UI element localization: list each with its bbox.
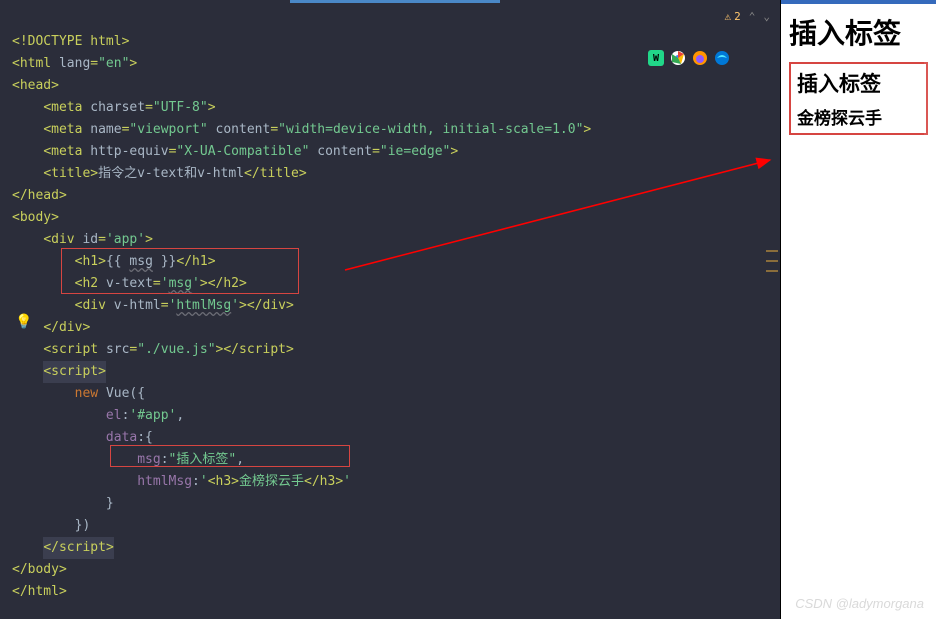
minimap-marks [766, 250, 778, 280]
code-line[interactable]: <!DOCTYPE html> [0, 31, 780, 53]
code-line[interactable]: </head> [0, 185, 780, 207]
watermark: CSDN @ladymorgana [795, 596, 924, 611]
highlight-box-htmlmsg [110, 445, 350, 467]
scrollbar-vertical[interactable] [924, 4, 936, 204]
minimap-mark[interactable] [766, 270, 778, 272]
lightbulb-icon[interactable]: 💡 [15, 314, 32, 330]
minimap-mark[interactable] [766, 250, 778, 252]
code-line[interactable]: <meta http-equiv="X-UA-Compatible" conte… [0, 141, 780, 163]
code-line[interactable]: <script src="./vue.js"></script> [0, 339, 780, 361]
code-line[interactable]: </html> [0, 581, 780, 603]
code-area[interactable]: <!DOCTYPE html> <html lang="en"> <head> … [0, 3, 780, 603]
editor-pane[interactable]: ⚠ 2 ⌃ ⌄ W <!DOCTYPE html> <html lang="en… [0, 0, 780, 619]
preview-heading-2: 插入标签 [797, 68, 920, 98]
code-line[interactable]: <script> [0, 361, 780, 383]
preview-highlight-box: 插入标签 金榜探云手 [789, 62, 928, 135]
code-line[interactable]: </body> [0, 559, 780, 581]
preview-content: 插入标签 插入标签 金榜探云手 [781, 4, 936, 143]
code-line[interactable]: <body> [0, 207, 780, 229]
code-line[interactable]: <title>指令之v-text和v-html</title> [0, 163, 780, 185]
code-line[interactable]: }) [0, 515, 780, 537]
code-line[interactable]: htmlMsg:'<h3>金榜探云手</h3>' [0, 471, 780, 493]
code-line[interactable]: </script> [0, 537, 780, 559]
code-line[interactable]: new Vue({ [0, 383, 780, 405]
code-line[interactable]: <html lang="en"> [0, 53, 780, 75]
highlight-box-vtext-vhtml [61, 248, 299, 294]
code-line[interactable]: </div> [0, 317, 780, 339]
preview-heading-1: 插入标签 [789, 12, 928, 52]
code-line[interactable]: el:'#app', [0, 405, 780, 427]
code-line[interactable]: <div v-html='htmlMsg'></div> [0, 295, 780, 317]
code-line[interactable]: } [0, 493, 780, 515]
code-line[interactable]: <meta charset="UTF-8"> [0, 97, 780, 119]
preview-heading-3: 金榜探云手 [797, 104, 920, 129]
code-line[interactable]: <meta name="viewport" content="width=dev… [0, 119, 780, 141]
code-line[interactable]: <head> [0, 75, 780, 97]
preview-pane: 插入标签 插入标签 金榜探云手 [780, 0, 936, 619]
minimap-mark[interactable] [766, 260, 778, 262]
